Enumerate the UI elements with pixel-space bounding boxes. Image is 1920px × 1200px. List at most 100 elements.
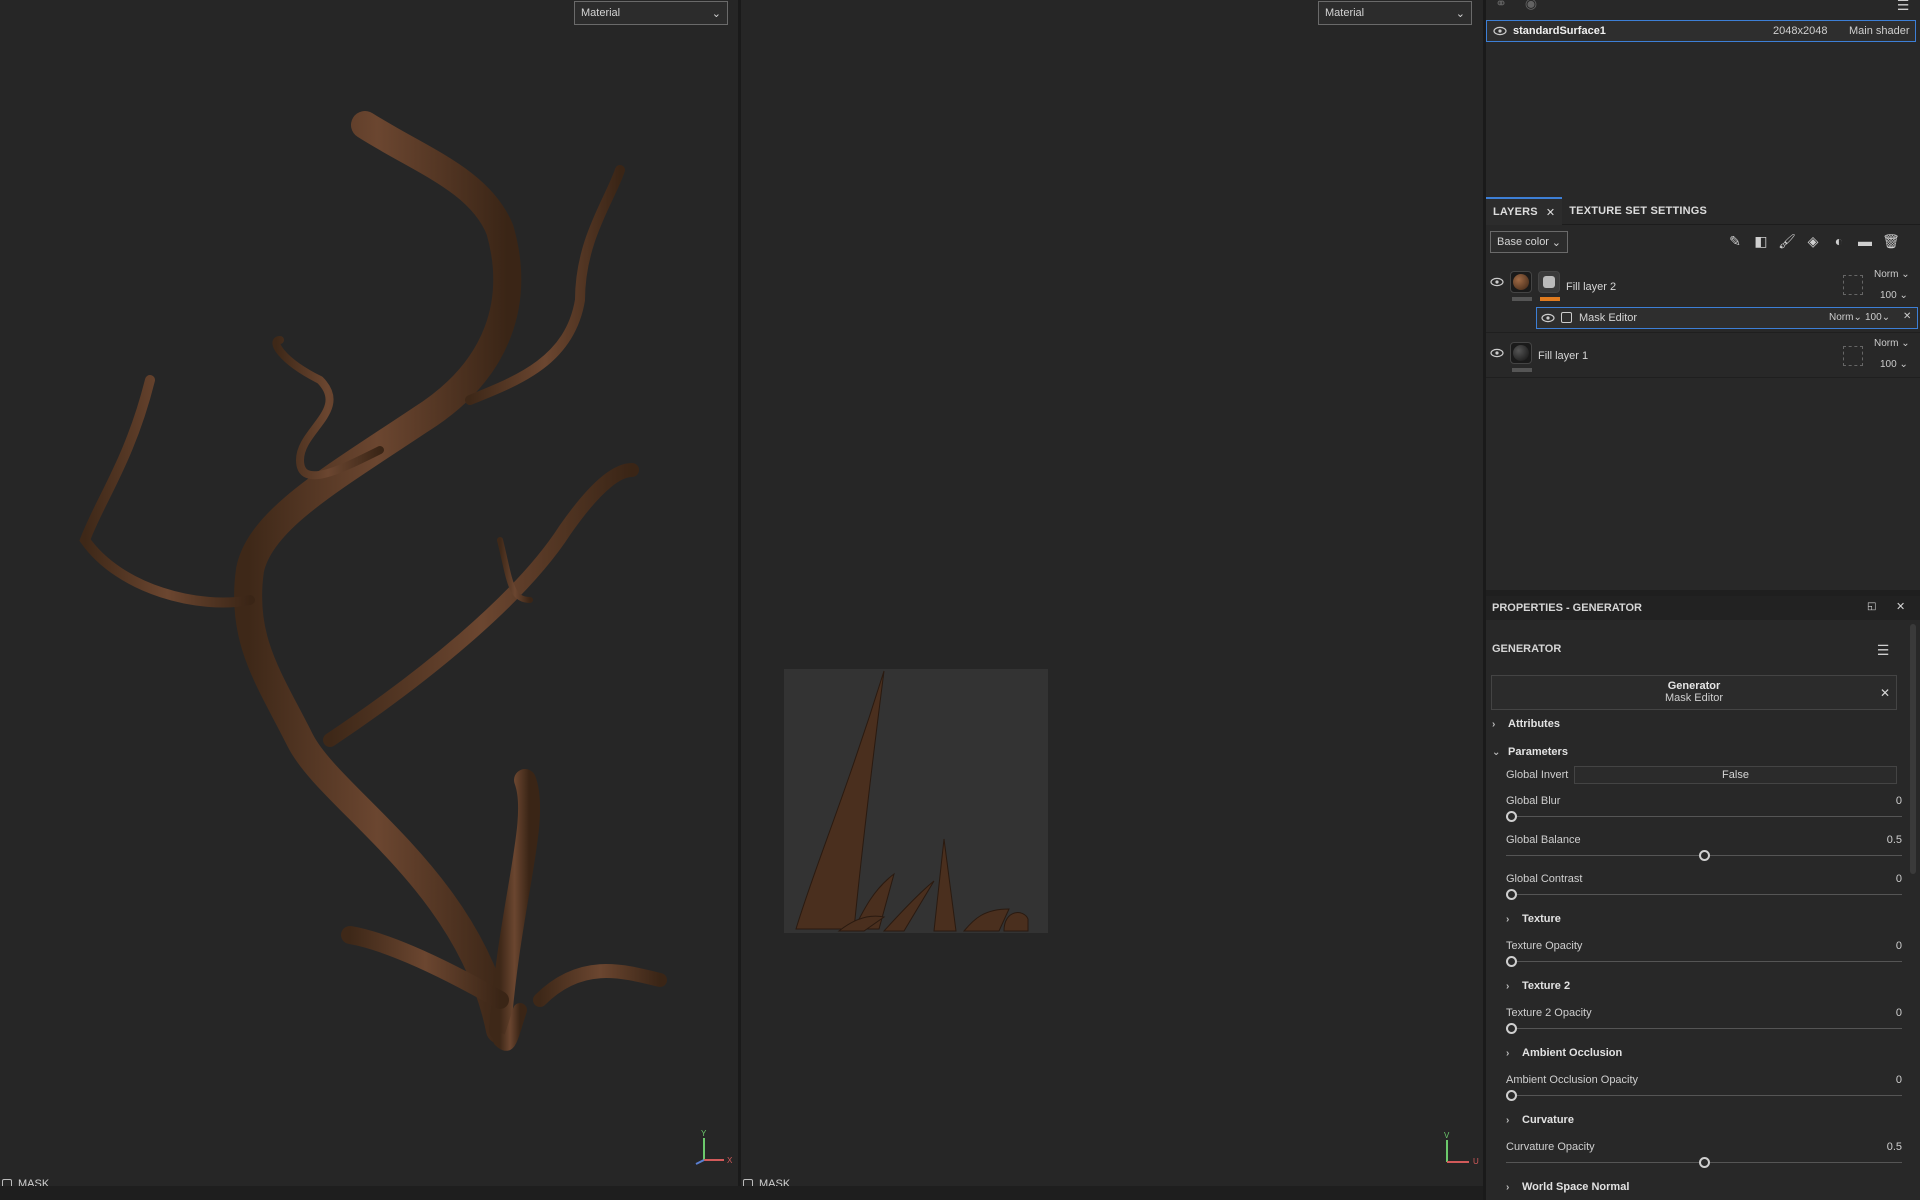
eye-icon[interactable] bbox=[1493, 26, 1507, 36]
axis-y-label: Y bbox=[701, 1130, 707, 1138]
smart-material-icon[interactable]: ◐ bbox=[1830, 232, 1848, 250]
slider-track[interactable] bbox=[1506, 1028, 1902, 1029]
settings-list-icon[interactable]: ☰ bbox=[1894, 0, 1912, 14]
layer-mask-thumbnail[interactable] bbox=[1538, 271, 1560, 293]
visibility-icon[interactable]: ◉ bbox=[1522, 0, 1540, 12]
chevron-down-icon: ⌄ bbox=[1492, 746, 1501, 758]
viewport-2d-mode-value: Material bbox=[1325, 7, 1365, 19]
slider-track[interactable] bbox=[1506, 894, 1902, 895]
global-invert-label: Global Invert bbox=[1506, 769, 1569, 781]
slider-value: 0 bbox=[1895, 795, 1902, 807]
texture-set-row[interactable]: standardSurface1 2048x2048 Main shader bbox=[1486, 20, 1916, 42]
slider-texture-2-opacity[interactable]: Texture 2 Opacity 0 bbox=[1506, 1007, 1902, 1037]
tab-texture-set-settings-label: TEXTURE SET SETTINGS bbox=[1569, 205, 1708, 217]
texture-set-name: standardSurface1 bbox=[1513, 25, 1606, 37]
folder-icon[interactable]: ▬ bbox=[1856, 232, 1874, 250]
generator-selector[interactable]: Generator Mask Editor ✕ bbox=[1491, 675, 1897, 710]
eye-icon[interactable] bbox=[1490, 277, 1504, 287]
properties-scrollbar[interactable] bbox=[1910, 624, 1916, 874]
layer-thumb-bar bbox=[1512, 368, 1532, 372]
curvature-section[interactable]: › Curvature bbox=[1506, 1114, 1574, 1126]
tab-layers[interactable]: LAYERS ✕ bbox=[1486, 197, 1563, 225]
presets-menu-icon[interactable]: ☰ bbox=[1874, 641, 1892, 659]
layer-material-thumbnail bbox=[1510, 342, 1532, 364]
mask-selected-indicator bbox=[1540, 297, 1560, 301]
magic-wand-icon[interactable]: ✎ bbox=[1726, 232, 1744, 250]
slider-ambient-occlusion-opacity[interactable]: Ambient Occlusion Opacity 0 bbox=[1506, 1074, 1902, 1104]
slider-label: Texture 2 Opacity bbox=[1506, 1007, 1592, 1019]
tab-texture-set-settings[interactable]: TEXTURE SET SETTINGS bbox=[1562, 197, 1714, 225]
viewport-2d[interactable]: Material ⌄ V U MASK bbox=[741, 0, 1483, 1190]
global-invert-toggle[interactable]: False bbox=[1574, 766, 1897, 784]
slider-knob[interactable] bbox=[1698, 850, 1710, 861]
ambient-occlusion-section[interactable]: › Ambient Occlusion bbox=[1506, 1047, 1622, 1059]
layer-filter-slot[interactable] bbox=[1843, 275, 1863, 295]
properties-header: PROPERTIES - GENERATOR ◱ ✕ bbox=[1486, 596, 1920, 620]
add-mask-icon[interactable]: ◧ bbox=[1752, 232, 1770, 250]
chevron-down-icon: ⌄ bbox=[1551, 236, 1561, 249]
paint-brush-icon[interactable]: 🖌 bbox=[1778, 232, 1796, 250]
blend-mode-value: Norm bbox=[1829, 312, 1854, 323]
slider-global-blur[interactable]: Global Blur 0 bbox=[1506, 795, 1902, 825]
slider-global-contrast[interactable]: Global Contrast 0 bbox=[1506, 873, 1902, 903]
tree-model-render bbox=[79, 111, 667, 1051]
close-icon[interactable]: ✕ bbox=[1896, 600, 1905, 613]
slider-track[interactable] bbox=[1506, 961, 1902, 962]
slider-value: 0 bbox=[1895, 873, 1902, 885]
eye-icon[interactable] bbox=[1541, 313, 1555, 323]
slider-label: Texture Opacity bbox=[1506, 940, 1583, 952]
layer-row-fill-layer-1[interactable]: Fill layer 1 Norm ⌄ 100 ⌄ bbox=[1486, 334, 1920, 378]
close-icon[interactable]: ✕ bbox=[1903, 311, 1911, 322]
close-icon[interactable]: ✕ bbox=[1546, 206, 1555, 219]
slider-knob[interactable] bbox=[1506, 1090, 1517, 1101]
slider-knob[interactable] bbox=[1698, 1157, 1710, 1168]
opacity-value: 100 bbox=[1880, 290, 1897, 301]
opacity-select[interactable]: 100 ⌄ bbox=[1880, 359, 1908, 370]
right-panel: ⚭ ◉ ☰ standardSurface1 2048x2048 Main sh… bbox=[1486, 0, 1920, 1200]
fill-bucket-icon[interactable]: ◈ bbox=[1804, 232, 1822, 250]
viewport-3d[interactable]: Material ⌄ Y X MASK bbox=[0, 0, 738, 1190]
blend-mode-select[interactable]: Norm ⌄ bbox=[1874, 269, 1910, 280]
chevron-right-icon: › bbox=[1492, 718, 1496, 730]
slider-knob[interactable] bbox=[1506, 1023, 1517, 1034]
layer-material-thumbnail bbox=[1510, 271, 1532, 293]
layer-filter-slot[interactable] bbox=[1843, 346, 1863, 366]
opacity-select[interactable]: 100 ⌄ bbox=[1880, 290, 1908, 301]
opacity-select[interactable]: 100⌄ bbox=[1865, 312, 1890, 323]
uv-texture-tile bbox=[784, 669, 1048, 933]
section-label: Curvature bbox=[1522, 1114, 1574, 1126]
slider-knob[interactable] bbox=[1506, 889, 1517, 900]
axis-x-label: X bbox=[727, 1156, 733, 1165]
parameters-section[interactable]: ⌄ Parameters bbox=[1492, 746, 1568, 758]
channel-select[interactable]: Base color ⌄ bbox=[1490, 231, 1568, 253]
close-icon[interactable]: ✕ bbox=[1880, 686, 1890, 700]
attributes-section[interactable]: › Attributes bbox=[1492, 718, 1560, 730]
blend-mode-select[interactable]: Norm ⌄ bbox=[1874, 338, 1910, 349]
layer-row-mask-editor[interactable]: Mask Editor Norm⌄ 100⌄ ✕ bbox=[1536, 307, 1918, 329]
section-label: Ambient Occlusion bbox=[1522, 1047, 1623, 1059]
world-space-normal-section[interactable]: › World Space Normal bbox=[1506, 1181, 1629, 1193]
texture-set-shader: Main shader bbox=[1849, 25, 1910, 37]
float-window-icon[interactable]: ◱ bbox=[1867, 601, 1876, 612]
eye-icon[interactable] bbox=[1490, 348, 1504, 358]
slider-curvature-opacity[interactable]: Curvature Opacity 0.5 bbox=[1506, 1141, 1902, 1171]
slider-global-balance[interactable]: Global Balance 0.5 bbox=[1506, 834, 1902, 864]
section-label: Texture bbox=[1522, 913, 1561, 925]
section-label: Texture 2 bbox=[1522, 980, 1571, 992]
slider-knob[interactable] bbox=[1506, 811, 1517, 822]
slider-value: 0.5 bbox=[1886, 1141, 1902, 1153]
attributes-label: Attributes bbox=[1508, 718, 1560, 730]
link-icon[interactable]: ⚭ bbox=[1492, 0, 1510, 12]
tab-layers-label: LAYERS bbox=[1493, 206, 1538, 218]
layer-thumb-bar bbox=[1512, 297, 1532, 301]
slider-knob[interactable] bbox=[1506, 956, 1517, 967]
slider-texture-opacity[interactable]: Texture Opacity 0 bbox=[1506, 940, 1902, 970]
viewport-2d-mode-select[interactable]: Material ⌄ bbox=[1318, 1, 1472, 25]
texture-section[interactable]: › Texture bbox=[1506, 913, 1561, 925]
slider-track[interactable] bbox=[1506, 1095, 1902, 1096]
slider-track[interactable] bbox=[1506, 816, 1902, 817]
blend-mode-select[interactable]: Norm⌄ bbox=[1829, 312, 1862, 323]
trash-icon[interactable]: 🗑 bbox=[1882, 232, 1900, 250]
global-invert-value: False bbox=[1722, 769, 1749, 781]
texture-2-section[interactable]: › Texture 2 bbox=[1506, 980, 1570, 992]
